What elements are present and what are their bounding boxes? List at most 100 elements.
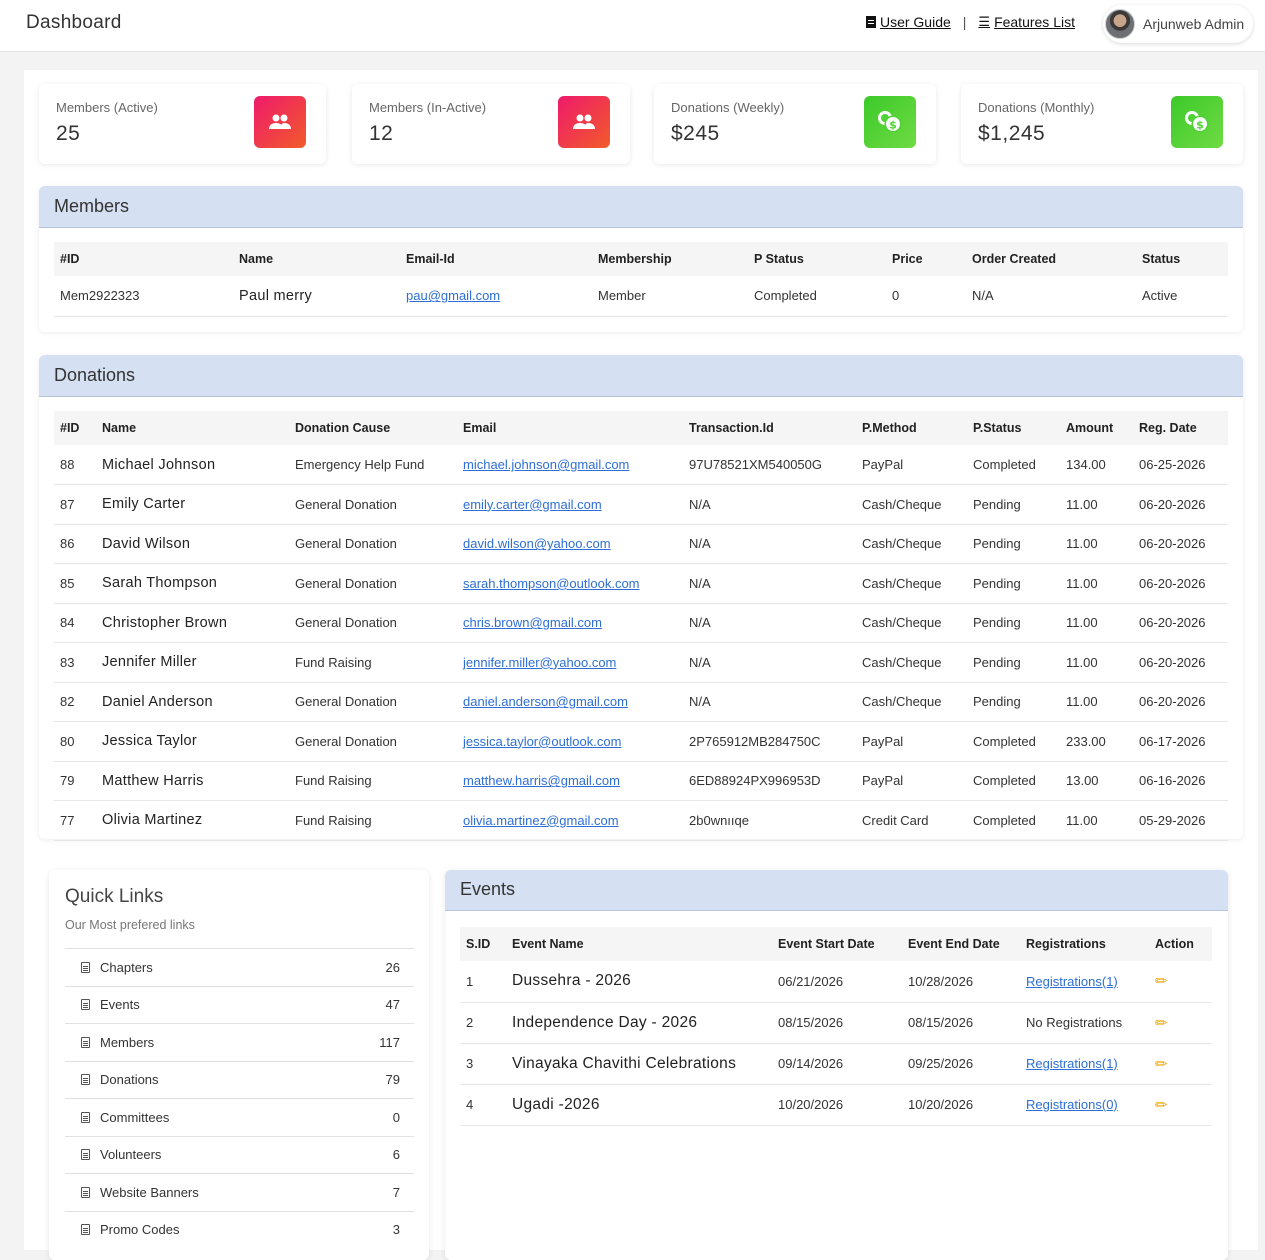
registration-date: 06-20-2026 [1133,603,1228,643]
donor-email-link[interactable]: olivia.martinez@gmail.com [463,813,619,828]
donation-id: 85 [54,563,96,604]
donation-cause: Fund Raising [289,761,457,801]
registration-date: 06-25-2026 [1133,445,1228,485]
file-icon [81,961,90,973]
file-icon [81,1036,90,1048]
stat-value: 25 [56,122,81,145]
events-table: S.ID Event Name Event Start Date Event E… [460,927,1212,1126]
donor-email-link[interactable]: daniel.anderson@gmail.com [463,694,628,709]
quick-link-item[interactable]: Donations 79 [65,1060,414,1099]
column-header: P.Status [967,411,1060,445]
donor-name: Sarah Thompson [96,563,289,604]
payment-status: Pending [967,682,1060,722]
event-start-date: 09/14/2026 [772,1043,902,1085]
member-email-cell: pau@gmail.com [400,276,592,317]
registration-date: 06-20-2026 [1133,524,1228,564]
transaction-id: N/A [683,603,856,643]
avatar [1105,9,1135,39]
column-header: #ID [54,411,96,445]
transaction-id: 97U78521XM540050G [683,445,856,485]
donor-email-link[interactable]: emily.carter@gmail.com [463,497,602,512]
payment-method: Credit Card [856,800,967,841]
quick-link-item[interactable]: Members 117 [65,1023,414,1061]
quick-link-item[interactable]: Volunteers 6 [65,1135,414,1174]
event-name: Independence Day - 2026 [506,1002,772,1044]
donation-id: 88 [54,445,96,485]
column-header: Event Start Date [772,927,902,961]
donations-table-body: 88 Michael Johnson Emergency Help Fund mich… [54,445,1228,841]
quick-links-subtitle: Our Most prefered links [65,918,195,932]
member-membership: Member [592,276,748,317]
quick-link-item[interactable]: Chapters 26 [65,948,414,986]
donation-amount: 11.00 [1060,484,1133,525]
donor-email-cell: david.wilson@yahoo.com [457,524,683,564]
table-row: 83 Jennifer Miller Fund Raising jennifer.mi… [54,642,1228,683]
user-menu[interactable]: Arjunweb Admin [1103,5,1253,43]
payment-status: Completed [967,721,1060,762]
stat-card-donations-monthly: Donations (Monthly) $1,245 $ [961,84,1243,164]
action-cell: ✏ [1149,1002,1212,1044]
donor-email-link[interactable]: chris.brown@gmail.com [463,615,602,630]
quick-links-title: Quick Links [65,886,164,907]
column-header: Action [1149,927,1212,961]
page-title: Dashboard [26,12,122,33]
donor-email-link[interactable]: sarah.thompson@outlook.com [463,576,640,591]
registrations-link[interactable]: Registrations(1) [1026,1056,1118,1071]
donor-email-link[interactable]: michael.johnson@gmail.com [463,457,629,472]
member-email-link[interactable]: pau@gmail.com [406,288,500,303]
donation-id: 86 [54,524,96,564]
features-list-link[interactable]: ☰ Features List [978,14,1075,30]
file-icon [81,999,90,1011]
quick-link-item[interactable]: Promo Codes 3 [65,1210,414,1249]
registrations-link[interactable]: Registrations(1) [1026,974,1118,989]
event-sid: 3 [460,1043,506,1085]
events-panel: Events S.ID Event Name Event Start Date … [445,870,1228,1260]
column-header: Registrations [1020,927,1149,961]
registration-date: 06-20-2026 [1133,682,1228,722]
users-icon [558,96,610,148]
quick-link-item[interactable]: Website Banners 7 [65,1173,414,1211]
quick-link-label: Website Banners [100,1184,199,1200]
donation-amount: 134.00 [1060,445,1133,485]
edit-pencil-icon[interactable]: ✏ [1155,1015,1168,1032]
event-end-date: 08/15/2026 [902,1002,1020,1044]
edit-pencil-icon[interactable]: ✏ [1155,1097,1168,1114]
event-sid: 2 [460,1002,506,1044]
donor-email-link[interactable]: matthew.harris@gmail.com [463,773,620,788]
event-name: Ugadi -2026 [506,1084,772,1126]
donation-cause: Fund Raising [289,800,457,841]
members-panel-title: Members [39,186,1243,228]
column-header: P Status [748,242,886,276]
column-header: Transaction.Id [683,411,856,445]
file-icon [81,1224,90,1236]
event-end-date: 10/28/2026 [902,961,1020,1003]
stat-label: Members (In-Active) [369,100,487,115]
column-header: Amount [1060,411,1133,445]
coins-dollar-icon: $ [1171,96,1223,148]
file-icon [81,1074,90,1086]
quick-link-item[interactable]: Events 47 [65,985,414,1024]
column-header: Membership [592,242,748,276]
column-header: S.ID [460,927,506,961]
quick-link-label: Members [100,1034,155,1050]
donor-email-link[interactable]: jessica.taylor@outlook.com [463,734,621,749]
payment-method: Cash/Cheque [856,642,967,683]
table-header-row: #ID Name Donation Cause Email Transactio… [54,411,1228,445]
registrations-link[interactable]: Registrations(0) [1026,1097,1118,1112]
quick-link-label: Promo Codes [100,1222,180,1238]
user-guide-link[interactable]: User Guide [865,14,951,30]
donations-table: #ID Name Donation Cause Email Transactio… [54,411,1228,841]
users-icon [254,96,306,148]
donor-email-link[interactable]: david.wilson@yahoo.com [463,536,611,551]
link-separator: | [962,14,967,30]
edit-pencil-icon[interactable]: ✏ [1155,973,1168,990]
edit-pencil-icon[interactable]: ✏ [1155,1056,1168,1073]
payment-method: Cash/Cheque [856,682,967,722]
quick-link-item[interactable]: Committees 0 [65,1098,414,1136]
donor-name: Olivia Martinez [96,800,289,841]
donation-amount: 11.00 [1060,800,1133,841]
member-id: Mem2922323 [54,276,233,317]
donation-amount: 11.00 [1060,563,1133,604]
member-price: 0 [886,276,966,317]
donor-email-link[interactable]: jennifer.miller@yahoo.com [463,655,616,670]
